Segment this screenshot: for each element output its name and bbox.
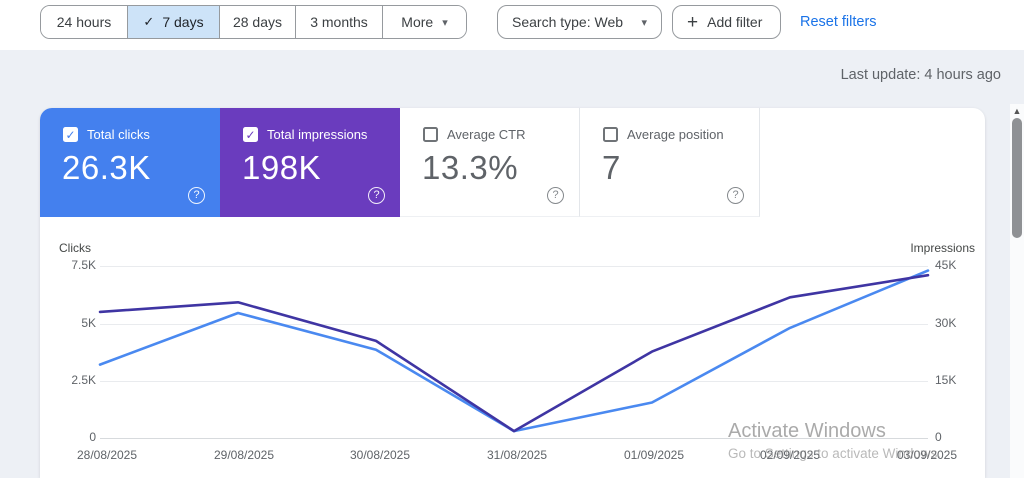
last-update-text: Last update: 4 hours ago xyxy=(841,67,1001,83)
help-icon[interactable]: ? xyxy=(727,187,744,204)
x-axis-date: 02/09/2025 xyxy=(742,448,838,462)
metric-card-total-clicks[interactable]: ✓ Total clicks 26.3K ? xyxy=(40,108,220,217)
scrollbar-thumb[interactable] xyxy=(1012,118,1022,238)
date-range-label: 7 days xyxy=(162,14,203,30)
scroll-up-icon[interactable]: ▲ xyxy=(1010,105,1024,117)
metric-cards: ✓ Total clicks 26.3K ? ✓ Total impressio… xyxy=(40,108,760,217)
x-axis-date: 28/08/2025 xyxy=(59,448,155,462)
check-icon: ✓ xyxy=(143,14,154,30)
right-axis-tick: 15K xyxy=(935,373,956,387)
checkbox-total-clicks[interactable]: ✓ xyxy=(63,127,78,142)
help-icon[interactable]: ? xyxy=(188,187,205,204)
x-axis-date: 30/08/2025 xyxy=(332,448,428,462)
date-range-3-months[interactable]: 3 months xyxy=(295,6,382,38)
gridline-zero xyxy=(100,438,928,439)
left-axis-tick: 5K xyxy=(40,316,96,330)
left-axis-tick: 7.5K xyxy=(40,258,96,272)
vertical-scrollbar[interactable]: ▲ xyxy=(1010,104,1024,478)
filter-bar: 24 hours ✓ 7 days 28 days 3 months More … xyxy=(0,0,1024,50)
reset-filters-link[interactable]: Reset filters xyxy=(800,5,877,39)
metric-label: Average CTR xyxy=(447,127,526,142)
gridline xyxy=(100,381,928,382)
date-range-label: 28 days xyxy=(233,14,282,30)
metric-label: Total clicks xyxy=(87,127,150,142)
add-filter-label: Add filter xyxy=(707,14,762,30)
help-icon[interactable]: ? xyxy=(368,187,385,204)
right-axis-tick: 30K xyxy=(935,316,956,330)
line-impressions xyxy=(100,275,928,431)
performance-card: ✓ Total clicks 26.3K ? ✓ Total impressio… xyxy=(40,108,985,478)
right-axis-tick: 45K xyxy=(935,258,956,272)
left-axis-tick: 2.5K xyxy=(40,373,96,387)
x-axis-date: 01/09/2025 xyxy=(606,448,702,462)
gridline xyxy=(100,266,928,267)
metric-label: Total impressions xyxy=(267,127,367,142)
search-type-dropdown[interactable]: Search type: Web ▾ xyxy=(497,5,662,39)
chevron-down-icon: ▾ xyxy=(641,16,647,29)
check-icon: ✓ xyxy=(65,129,75,141)
date-range-label: 3 months xyxy=(310,14,368,30)
date-range-selector: 24 hours ✓ 7 days 28 days 3 months More … xyxy=(40,5,467,39)
help-icon[interactable]: ? xyxy=(547,187,564,204)
check-icon: ✓ xyxy=(245,129,255,141)
metric-value: 26.3K xyxy=(62,149,151,187)
left-axis-tick: 0 xyxy=(40,430,96,444)
checkbox-average-ctr[interactable] xyxy=(423,127,438,142)
x-axis-date: 31/08/2025 xyxy=(469,448,565,462)
metric-value: 13.3% xyxy=(422,149,518,187)
metric-value: 7 xyxy=(602,149,621,187)
x-axis-date: 03/09/2025 xyxy=(879,448,975,462)
gridline xyxy=(100,324,928,325)
metric-card-average-ctr[interactable]: Average CTR 13.3% ? xyxy=(400,108,580,217)
date-range-28-days[interactable]: 28 days xyxy=(219,6,295,38)
search-type-label: Search type: Web xyxy=(512,14,623,30)
chevron-down-icon: ▾ xyxy=(442,16,448,29)
date-range-label: 24 hours xyxy=(57,14,111,30)
date-range-label: More xyxy=(401,14,433,30)
plus-icon: + xyxy=(687,13,698,32)
checkbox-total-impressions[interactable]: ✓ xyxy=(243,127,258,142)
x-axis-date: 29/08/2025 xyxy=(196,448,292,462)
metric-card-total-impressions[interactable]: ✓ Total impressions 198K ? xyxy=(220,108,400,217)
date-range-more-dropdown[interactable]: More ▾ xyxy=(382,6,466,38)
date-range-24-hours[interactable]: 24 hours xyxy=(41,6,127,38)
line-clicks xyxy=(100,271,928,432)
left-axis-title: Clicks xyxy=(59,241,91,255)
add-filter-button[interactable]: + Add filter xyxy=(672,5,781,39)
right-axis-title: Impressions xyxy=(910,241,975,255)
date-range-7-days[interactable]: ✓ 7 days xyxy=(127,6,219,38)
right-axis-tick: 0 xyxy=(935,430,942,444)
checkbox-average-position[interactable] xyxy=(603,127,618,142)
metric-card-average-position[interactable]: Average position 7 ? xyxy=(580,108,760,217)
metric-value: 198K xyxy=(242,149,321,187)
metric-label: Average position xyxy=(627,127,724,142)
